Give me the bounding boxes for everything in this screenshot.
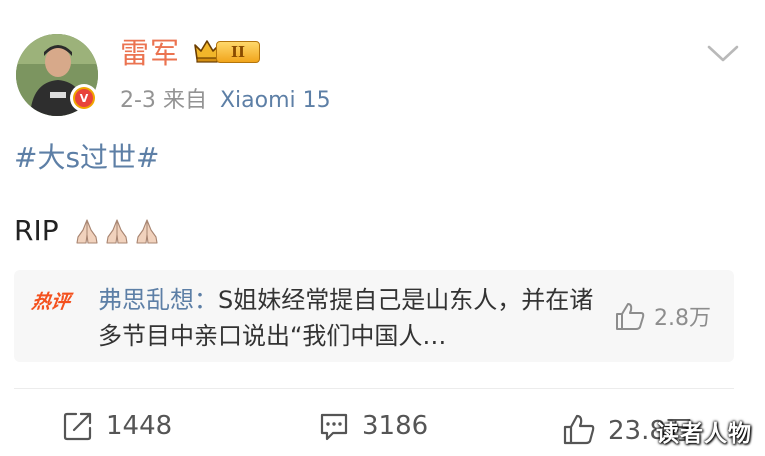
- thumbs-up-icon: [563, 414, 595, 444]
- vip-badge[interactable]: II: [192, 36, 268, 66]
- weibo-post: V 雷军 II 2-3 来自 Xiaomi 15 #大s过世# RIP 热评 弗…: [0, 0, 765, 456]
- hot-comment-like-count: 2.8万: [654, 306, 711, 331]
- divider: [14, 388, 734, 389]
- thumbs-up-icon: [616, 303, 645, 330]
- topic-hashtag[interactable]: #大s过世#: [14, 136, 160, 176]
- vip-level: II: [216, 41, 260, 63]
- author-name[interactable]: 雷军: [120, 30, 180, 72]
- praying-hands-icon: [106, 218, 128, 244]
- comment-count: 3186: [362, 411, 429, 441]
- share-count: 1448: [106, 411, 173, 441]
- praying-hands-icon: [136, 218, 158, 244]
- hot-comment-badge: 热评: [30, 291, 72, 313]
- share-button[interactable]: 1448: [62, 410, 172, 442]
- hot-comment-text: 弗思乱想：S姐妹经常提自己是山东人，并在诸多节目中亲口说出“我们中国人…: [98, 282, 598, 354]
- share-icon: [63, 412, 92, 441]
- post-meta: 2-3 来自 Xiaomi 15: [120, 82, 331, 114]
- praying-hands-emojis: [73, 217, 161, 245]
- hot-comment[interactable]: 热评 弗思乱想：S姐妹经常提自己是山东人，并在诸多节目中亲口说出“我们中国人… …: [14, 270, 734, 362]
- comment-button[interactable]: 3186: [318, 410, 428, 442]
- post-text: RIP: [14, 214, 59, 247]
- comment-icon: [320, 413, 348, 441]
- verified-badge-icon: V: [70, 84, 98, 112]
- post-date: 2-3: [120, 88, 156, 113]
- post-content: RIP: [14, 214, 161, 247]
- hot-comment-user[interactable]: 弗思乱想: [98, 286, 194, 314]
- source-device[interactable]: Xiaomi 15: [220, 88, 331, 113]
- watermark: 读者人物: [656, 421, 752, 447]
- hot-comment-like[interactable]: 2.8万: [614, 300, 711, 332]
- source-prefix: 来自: [162, 88, 207, 113]
- hot-comment-separator: ：: [194, 286, 218, 314]
- praying-hands-icon: [76, 218, 98, 244]
- chevron-down-icon[interactable]: [706, 42, 740, 66]
